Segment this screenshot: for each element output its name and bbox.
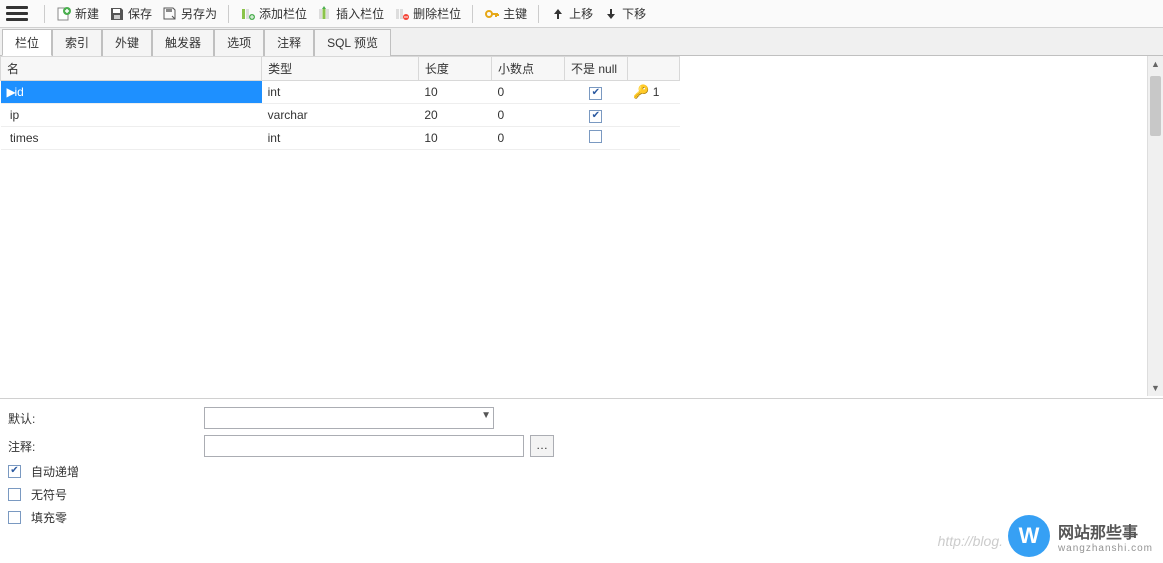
watermark-title: 网站那些事 xyxy=(1058,519,1153,543)
insert-column-icon xyxy=(317,6,333,22)
key-icon: 🔑 xyxy=(633,84,649,99)
menu-icon[interactable] xyxy=(6,4,28,24)
comment-label: 注释: xyxy=(8,438,198,455)
col-notnull-header[interactable]: 不是 null xyxy=(565,57,628,81)
table-row[interactable]: ipvarchar200 xyxy=(1,104,680,127)
unsigned-label: 无符号 xyxy=(31,486,67,503)
tab-3[interactable]: 触发器 xyxy=(152,29,214,56)
primary-key-label: 主键 xyxy=(503,5,527,22)
comment-input[interactable] xyxy=(204,435,524,457)
delete-column-icon xyxy=(394,6,410,22)
add-column-label: 添加栏位 xyxy=(259,5,307,22)
arrow-up-icon xyxy=(550,6,566,22)
save-as-icon xyxy=(162,6,178,22)
save-icon xyxy=(109,6,125,22)
move-down-label: 下移 xyxy=(622,5,646,22)
watermark-badge: W xyxy=(1008,515,1050,557)
add-column-button[interactable]: 添加栏位 xyxy=(235,3,312,24)
tab-0[interactable]: 栏位 xyxy=(2,29,52,56)
save-button[interactable]: 保存 xyxy=(104,3,157,24)
delete-column-button[interactable]: 删除栏位 xyxy=(389,3,466,24)
delete-column-label: 删除栏位 xyxy=(413,5,461,22)
notnull-checkbox[interactable] xyxy=(589,87,602,100)
watermark-sub: wangzhanshi.com xyxy=(1058,543,1153,554)
add-column-icon xyxy=(240,6,256,22)
zerofill-label: 填充零 xyxy=(31,509,67,526)
properties-panel: 默认: ▼ 注释: … 自动递增 无符号 填充零 http://blog. W … xyxy=(0,398,1163,563)
scroll-thumb[interactable] xyxy=(1150,76,1161,136)
move-down-button[interactable]: 下移 xyxy=(598,3,651,24)
notnull-checkbox[interactable] xyxy=(589,110,602,123)
key-icon xyxy=(484,6,500,22)
move-up-button[interactable]: 上移 xyxy=(545,3,598,24)
tab-6[interactable]: SQL 预览 xyxy=(314,29,391,56)
new-button[interactable]: 新建 xyxy=(51,3,104,24)
new-icon xyxy=(56,6,72,22)
unsigned-checkbox[interactable] xyxy=(8,488,21,501)
save-as-button[interactable]: 另存为 xyxy=(157,3,222,24)
watermark: W 网站那些事 wangzhanshi.com xyxy=(1008,515,1153,557)
tabs: 栏位索引外键触发器选项注释SQL 预览 xyxy=(0,28,1163,56)
col-length-header[interactable]: 长度 xyxy=(418,57,491,81)
columns-table: 名 类型 长度 小数点 不是 null ▶idint100🔑 1 ipvarch… xyxy=(0,56,680,150)
notnull-checkbox[interactable] xyxy=(589,130,602,143)
save-as-label: 另存为 xyxy=(181,5,217,22)
table-row[interactable]: ▶idint100🔑 1 xyxy=(1,81,680,104)
default-label: 默认: xyxy=(8,410,198,427)
grid-area: 名 类型 长度 小数点 不是 null ▶idint100🔑 1 ipvarch… xyxy=(0,56,1163,396)
col-key-header[interactable] xyxy=(627,57,679,81)
insert-column-button[interactable]: 插入栏位 xyxy=(312,3,389,24)
save-label: 保存 xyxy=(128,5,152,22)
scroll-down-icon[interactable]: ▼ xyxy=(1148,380,1163,396)
col-type-header[interactable]: 类型 xyxy=(262,57,419,81)
move-up-label: 上移 xyxy=(569,5,593,22)
arrow-down-icon xyxy=(603,6,619,22)
faint-url: http://blog. xyxy=(938,533,1003,549)
autoinc-checkbox[interactable] xyxy=(8,465,21,478)
zerofill-checkbox[interactable] xyxy=(8,511,21,524)
vertical-scrollbar[interactable]: ▲ ▼ xyxy=(1147,56,1163,396)
scroll-up-icon[interactable]: ▲ xyxy=(1148,56,1163,72)
tab-1[interactable]: 索引 xyxy=(52,29,102,56)
tab-2[interactable]: 外键 xyxy=(102,29,152,56)
toolbar: 新建 保存 另存为 添加栏位 插入栏位 删除栏位 主键 上移 下移 xyxy=(0,0,1163,28)
tab-4[interactable]: 选项 xyxy=(214,29,264,56)
tab-5[interactable]: 注释 xyxy=(264,29,314,56)
autoinc-label: 自动递增 xyxy=(31,463,79,480)
insert-column-label: 插入栏位 xyxy=(336,5,384,22)
default-select[interactable]: ▼ xyxy=(204,407,494,429)
dropdown-icon: ▼ xyxy=(481,410,491,421)
col-name-header[interactable]: 名 xyxy=(1,57,262,81)
primary-key-button[interactable]: 主键 xyxy=(479,3,532,24)
col-decimals-header[interactable]: 小数点 xyxy=(491,57,564,81)
table-row[interactable]: timesint100 xyxy=(1,127,680,150)
new-label: 新建 xyxy=(75,5,99,22)
comment-more-button[interactable]: … xyxy=(530,435,554,457)
